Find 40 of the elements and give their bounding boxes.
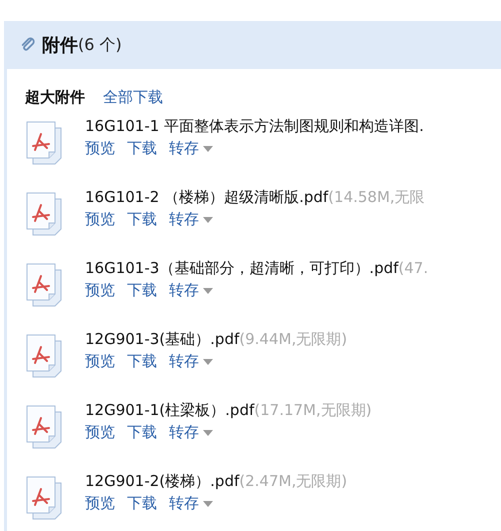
group-label: 超大附件: [25, 88, 85, 107]
file-name: 16G101-2 （楼梯）超级清晰版.pdf: [85, 188, 328, 206]
save-to-link[interactable]: 转存: [169, 281, 213, 300]
attachment-count: (6 个): [78, 34, 122, 56]
save-to-link[interactable]: 转存: [169, 494, 213, 513]
download-link[interactable]: 下载: [127, 352, 157, 371]
save-to-link[interactable]: 转存: [169, 423, 213, 442]
file-name: 12G901-2(楼梯）.pdf: [85, 472, 240, 490]
file-name: 12G901-1(柱梁板）.pdf: [85, 401, 254, 419]
attachments-title: 附件: [42, 34, 78, 57]
save-to-link[interactable]: 转存: [169, 352, 213, 371]
file-name: 16G101-1 平面整体表示方法制图规则和构造详图.: [85, 117, 424, 135]
file-size: (17.17M,无限期): [254, 401, 372, 419]
caret-icon: [203, 288, 213, 294]
preview-link[interactable]: 预览: [85, 352, 115, 371]
caret-icon: [203, 146, 213, 152]
file-name: 16G101-3（基础部分，超清晰，可打印）.pdf: [85, 259, 398, 277]
download-all-link[interactable]: 全部下载: [103, 88, 163, 107]
preview-link[interactable]: 预览: [85, 210, 115, 229]
download-link[interactable]: 下载: [127, 139, 157, 158]
file-size: (9.44M,无限期): [239, 330, 348, 348]
save-to-link[interactable]: 转存: [169, 139, 213, 158]
preview-link[interactable]: 预览: [85, 423, 115, 442]
caret-icon: [203, 500, 213, 506]
file-name: 12G901-3(基础）.pdf: [85, 330, 240, 348]
paperclip-icon: [20, 37, 36, 53]
file-size: (47.: [398, 259, 428, 277]
caret-icon: [203, 430, 213, 436]
download-link[interactable]: 下载: [127, 494, 157, 513]
download-link[interactable]: 下载: [127, 281, 157, 300]
preview-link[interactable]: 预览: [85, 494, 115, 513]
preview-link[interactable]: 预览: [85, 139, 115, 158]
download-link[interactable]: 下载: [127, 423, 157, 442]
preview-link[interactable]: 预览: [85, 281, 115, 300]
caret-icon: [203, 358, 213, 364]
file-size: (2.47M,无限期): [239, 472, 348, 490]
save-to-link[interactable]: 转存: [169, 210, 213, 229]
download-link[interactable]: 下载: [127, 210, 157, 229]
caret-icon: [203, 216, 213, 222]
file-size: (14.58M,无限: [328, 188, 425, 206]
